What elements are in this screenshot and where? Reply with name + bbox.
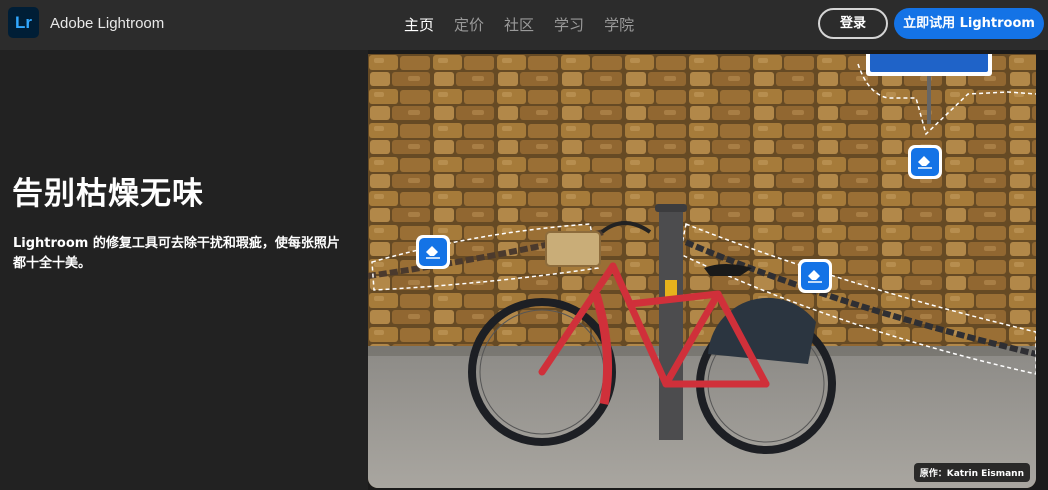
photo-credit: 原作：Katrin Eismann — [913, 463, 1030, 482]
nav-item-pricing[interactable]: 定价 — [454, 14, 484, 35]
eraser-icon — [419, 238, 447, 266]
heal-button-chain-left[interactable] — [416, 235, 450, 269]
bicycle-wall-photo — [368, 54, 1036, 488]
brand-name[interactable]: Adobe Lightroom — [50, 15, 164, 32]
hero-text-panel: 告别枯燥无味 Lightroom 的修复工具可去除干扰和瑕疵，使每张照片都十全十… — [0, 50, 368, 490]
try-lightroom-button[interactable]: 立即试用 Lightroom — [894, 8, 1044, 39]
hero-description: Lightroom 的修复工具可去除干扰和瑕疵，使每张照片都十全十美。 — [13, 236, 340, 271]
nav-item-learn[interactable]: 学习 — [554, 14, 584, 35]
lightroom-logo[interactable]: Lr — [8, 7, 39, 38]
nav-item-home[interactable]: 主页 — [404, 14, 434, 35]
top-navigation-bar: Lr Adobe Lightroom 主页 定价 社区 学习 学院 登录 立即试… — [0, 0, 1048, 50]
heal-button-sign[interactable] — [908, 145, 942, 179]
eraser-icon — [801, 262, 829, 290]
nav-item-community[interactable]: 社区 — [504, 14, 534, 35]
heal-button-chain-right[interactable] — [798, 259, 832, 293]
eraser-icon — [911, 148, 939, 176]
main-nav: 主页 定价 社区 学习 学院 — [404, 14, 654, 35]
nav-item-academy[interactable]: 学院 — [604, 14, 634, 35]
login-button[interactable]: 登录 — [818, 8, 888, 39]
hero-image: 原作：Katrin Eismann — [368, 54, 1036, 488]
hero-headline: 告别枯燥无味 — [12, 176, 204, 212]
